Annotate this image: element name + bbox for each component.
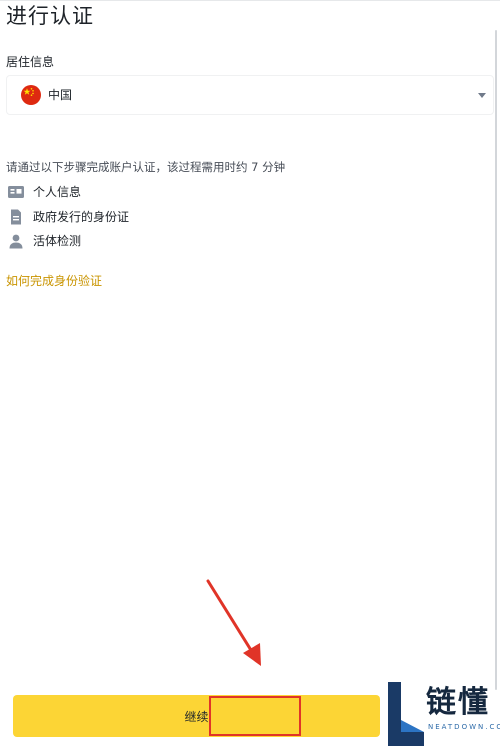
- steps-intro: 请通过以下步骤完成账户认证，该过程需用时约 7 分钟: [6, 160, 286, 174]
- continue-button[interactable]: 继续: [13, 695, 380, 737]
- step-label: 政府发行的身份证: [33, 210, 130, 224]
- step-label: 个人信息: [33, 185, 82, 199]
- residence-label: 居住信息: [6, 55, 55, 69]
- watermark-text: 链懂: [426, 685, 490, 720]
- top-divider: [0, 0, 500, 1]
- watermark-l-icon: [388, 682, 424, 746]
- annotation-arrow: [206, 579, 261, 666]
- watermark-subtext: NEATDOWN.COM: [428, 723, 500, 731]
- selected-country: 中国: [48, 88, 73, 102]
- step-label: 活体检测: [33, 234, 82, 248]
- document-icon: [8, 209, 24, 225]
- country-select[interactable]: 中国: [6, 75, 494, 115]
- person-icon: [8, 233, 24, 249]
- watermark-logo: 链懂 NEATDOWN.COM: [384, 680, 500, 748]
- continue-label: 继续: [184, 709, 209, 724]
- id-card-icon: [8, 184, 24, 200]
- china-flag-icon: [21, 85, 41, 105]
- scrollbar[interactable]: [495, 30, 497, 690]
- chevron-down-icon: [478, 93, 486, 98]
- verification-help-link[interactable]: 如何完成身份验证: [6, 273, 102, 289]
- page-title: 进行认证: [6, 4, 94, 28]
